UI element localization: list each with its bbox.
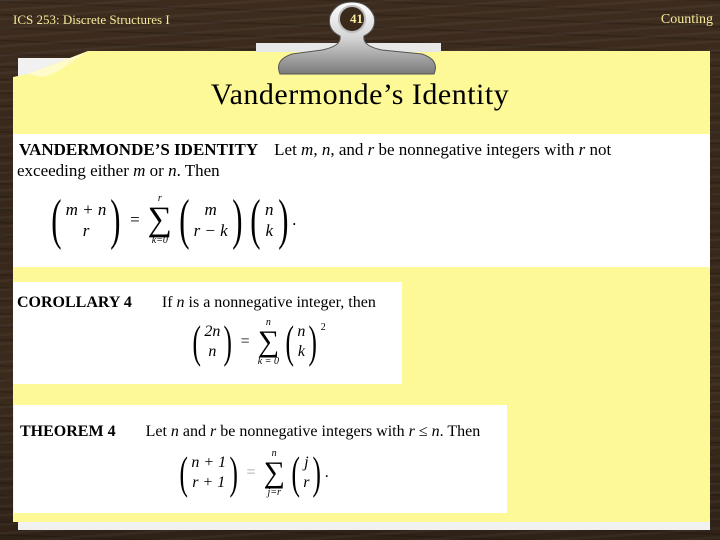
text: . Then [176,161,220,180]
text: . Then [439,423,481,440]
course-title: ICS 253: Discrete Structures I [13,12,170,27]
text: not [585,140,612,159]
slide-number: 41 [350,11,363,26]
var-m: m [301,140,314,159]
var-n: n [431,423,440,440]
binom-top: n + 1 [191,454,227,472]
equals-sign: = [130,210,140,229]
summation: n ∑ j=r [263,449,284,498]
binom-top: n [297,323,306,341]
binomial-term: (j r) [291,447,322,499]
text: exceeding either [17,161,134,180]
binomial-lhs: (m + n r) [51,189,121,251]
binomial-term2: (n k) [250,189,288,251]
binom-top: m [204,199,217,219]
leq-sign: ≤ [414,423,432,440]
text: or [145,161,169,180]
text: , and [330,140,368,159]
binom-top: m + n [65,199,107,219]
var-n: n [170,423,179,440]
corollary-statement: COROLLARY 4 If n is a nonnegative intege… [17,294,376,312]
text: Let [274,140,302,159]
summation: r ∑ k=0 [147,193,172,247]
vandermonde-identity-box: VANDERMONDE’S IDENTITY Let m, n , and r b… [13,134,710,267]
theorem-box: THEOREM 4 Let n and r be nonnegative int… [14,405,507,513]
binom-bottom: r + 1 [192,474,226,492]
sum-lower: j=r [267,486,281,498]
binomial-lhs: (n + 1r + 1) [179,447,239,499]
text: Let [145,423,171,440]
binom-top: n [265,199,274,219]
var-m: m [133,161,146,180]
binom-bottom: r [303,474,310,492]
var-n: n [168,161,177,180]
theorem-statement: THEOREM 4 Let n and r be nonnegative int… [20,423,480,441]
text: be nonnegative integers with [216,423,409,440]
period: . [292,210,297,229]
slide-title: Vandermonde’s Identity [210,78,510,111]
text: , [313,140,322,159]
text: If [161,294,177,311]
binom-bottom: k [265,221,274,240]
binomial-term1: (m r − k) [179,189,243,251]
paper-curl-icon [28,51,88,77]
corollary-box: COROLLARY 4 If n is a nonnegative intege… [13,282,402,384]
vandermonde-statement-line2: exceeding either m or n. Then [17,161,220,181]
binom-top: 2n [204,323,221,341]
equals-sign: = [246,464,256,482]
sum-lower: k=0 [151,235,168,247]
theorem-label: THEOREM 4 [20,423,116,440]
binom-top: j [304,454,309,472]
text: be nonnegative integers with [374,140,579,159]
sigma-icon: ∑ [147,200,172,238]
corollary-formula: (2n n) = n ∑ k = 0 (n k) 2 [189,316,326,368]
summation: n ∑ k = 0 [258,318,279,367]
text: and [178,423,210,440]
equals-sign: = [240,333,250,351]
vandermonde-formula: (m + n r) = r ∑ k=0 (m r − k) (n k) . [47,192,296,248]
vandermonde-statement-line1: VANDERMONDE’S IDENTITY Let m, n, and r b… [19,140,611,160]
text: is a nonnegative integer, then [184,294,376,311]
binomial-term: (n k) [285,316,318,368]
period: . [324,464,329,482]
exponent: 2 [320,322,326,333]
sum-lower: k = 0 [257,355,279,367]
vandermonde-label: VANDERMONDE’S IDENTITY [19,140,259,159]
sigma-icon: ∑ [263,456,285,489]
binomial-lhs: (2n n) [192,316,233,368]
theorem-formula: (n + 1r + 1) = n ∑ j=r (j r) . [176,447,329,499]
binom-bottom: r − k [193,221,228,240]
topic-label: Counting [660,12,713,27]
sigma-icon: ∑ [257,325,280,358]
binom-bottom: r [82,221,90,240]
binom-bottom: n [208,343,217,361]
var-n: n [176,294,185,311]
corollary-label: COROLLARY 4 [17,294,132,311]
binom-bottom: k [297,343,305,361]
